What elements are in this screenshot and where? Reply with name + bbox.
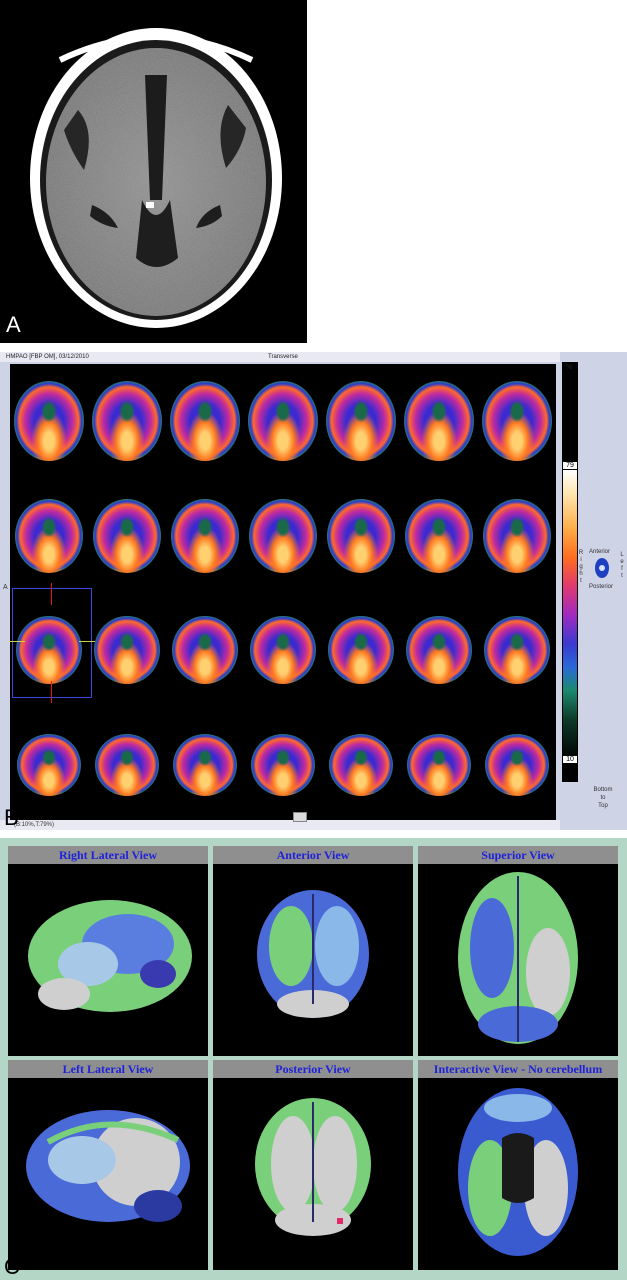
- slice-image[interactable]: [95, 733, 159, 796]
- crosshair-left: [9, 641, 25, 642]
- left-side-label: Left: [620, 552, 624, 579]
- slice-image[interactable]: [171, 498, 239, 573]
- view-superior[interactable]: Superior View: [418, 846, 618, 1056]
- ct-axial-image: [30, 28, 282, 328]
- slice-image[interactable]: [92, 381, 162, 462]
- view-title: Superior View: [418, 846, 618, 864]
- view-anterior[interactable]: Anterior View: [213, 846, 413, 1056]
- anterior-label: Anterior: [589, 549, 611, 555]
- brain-anterior-render: [257, 890, 369, 1018]
- crosshair-top: [51, 583, 52, 605]
- slice-image[interactable]: [170, 381, 240, 462]
- slice-image[interactable]: [14, 381, 84, 462]
- view-title: Interactive View - No cerebellum: [418, 1060, 618, 1078]
- brain-lateral-right-render: [28, 900, 192, 1012]
- slice-image[interactable]: [249, 498, 317, 573]
- slice-image[interactable]: [15, 498, 83, 573]
- ct-scan-panel: A: [0, 0, 307, 343]
- crosshair-right: [79, 641, 95, 642]
- spect-header: HMPAO [FBP OM], 03/12/2010 Transverse: [0, 352, 560, 362]
- view-posterior[interactable]: Posterior View: [213, 1060, 413, 1270]
- spect-footer: [0, 820, 560, 830]
- scroll-handle[interactable]: [293, 812, 307, 822]
- slice-image[interactable]: [406, 616, 472, 685]
- view-image: [213, 864, 413, 1056]
- brain-interactive-render: [458, 1088, 578, 1256]
- view-interactive[interactable]: Interactive View - No cerebellum: [418, 1060, 618, 1270]
- slice-image[interactable]: [484, 616, 550, 685]
- slice-image[interactable]: [248, 381, 318, 462]
- color-scale-bar: [563, 470, 577, 760]
- orientation-label: Transverse: [268, 354, 298, 360]
- axis-label-a: A: [3, 584, 8, 591]
- slice-image[interactable]: [17, 733, 81, 796]
- view-title: Posterior View: [213, 1060, 413, 1078]
- view-title: Left Lateral View: [8, 1060, 208, 1078]
- selected-slice-frame[interactable]: [9, 583, 95, 703]
- slice-image[interactable]: [482, 381, 552, 462]
- slice-order-label: Bottom to Top: [588, 786, 618, 810]
- view-title: Right Lateral View: [8, 846, 208, 864]
- spect-panel: HMPAO [FBP OM], 03/12/2010 Transverse % …: [0, 352, 627, 830]
- panel-label-b: B: [4, 805, 19, 830]
- slice-image[interactable]: [328, 616, 394, 685]
- window-level-readout: (B:10%,T:79%): [14, 822, 55, 828]
- posterior-label: Posterior: [589, 584, 614, 590]
- view-right-lateral[interactable]: Right Lateral View: [8, 846, 208, 1056]
- slice-image[interactable]: [329, 733, 393, 796]
- view-image: [8, 864, 208, 1056]
- scale-unit: %: [566, 364, 573, 371]
- crosshair-bottom: [51, 681, 52, 703]
- slice-image[interactable]: [326, 381, 396, 462]
- scale-min-value[interactable]: 10: [563, 756, 577, 763]
- order-word-1: Bottom: [593, 787, 613, 793]
- scale-max-value[interactable]: 79: [563, 462, 577, 469]
- slice-image[interactable]: [407, 733, 471, 796]
- view-title: Anterior View: [213, 846, 413, 864]
- slice-image[interactable]: [483, 498, 551, 573]
- scan-title: HMPAO [FBP OM], 03/12/2010: [6, 354, 89, 360]
- panel-label-a: A: [6, 312, 21, 337]
- brain-superior-render: [458, 872, 578, 1044]
- slice-image[interactable]: [405, 498, 473, 573]
- view-left-lateral[interactable]: Left Lateral View: [8, 1060, 208, 1270]
- slice-image[interactable]: [172, 616, 238, 685]
- slice-image[interactable]: [485, 733, 549, 796]
- order-word-2: to: [600, 795, 606, 801]
- slice-image[interactable]: [173, 733, 237, 796]
- view-image: [418, 1078, 618, 1270]
- brain-lateral-left-render: [26, 1110, 190, 1222]
- slice-image[interactable]: [93, 498, 161, 573]
- slice-image[interactable]: [251, 733, 315, 796]
- view-image: [8, 1078, 208, 1270]
- view-image: [213, 1078, 413, 1270]
- view-image: [418, 864, 618, 1056]
- surface-projection-panel: Right Lateral View Anterior View Superio…: [0, 838, 627, 1280]
- panel-label-c: C: [4, 1254, 20, 1279]
- slice-image[interactable]: [250, 616, 316, 685]
- slice-image[interactable]: [404, 381, 474, 462]
- slice-image[interactable]: [327, 498, 395, 573]
- order-word-3: Top: [598, 803, 608, 809]
- brain-posterior-render: [255, 1098, 371, 1236]
- head-orientation-icon: [595, 558, 609, 578]
- right-side-label: Right: [578, 550, 584, 584]
- slice-image[interactable]: [94, 616, 160, 685]
